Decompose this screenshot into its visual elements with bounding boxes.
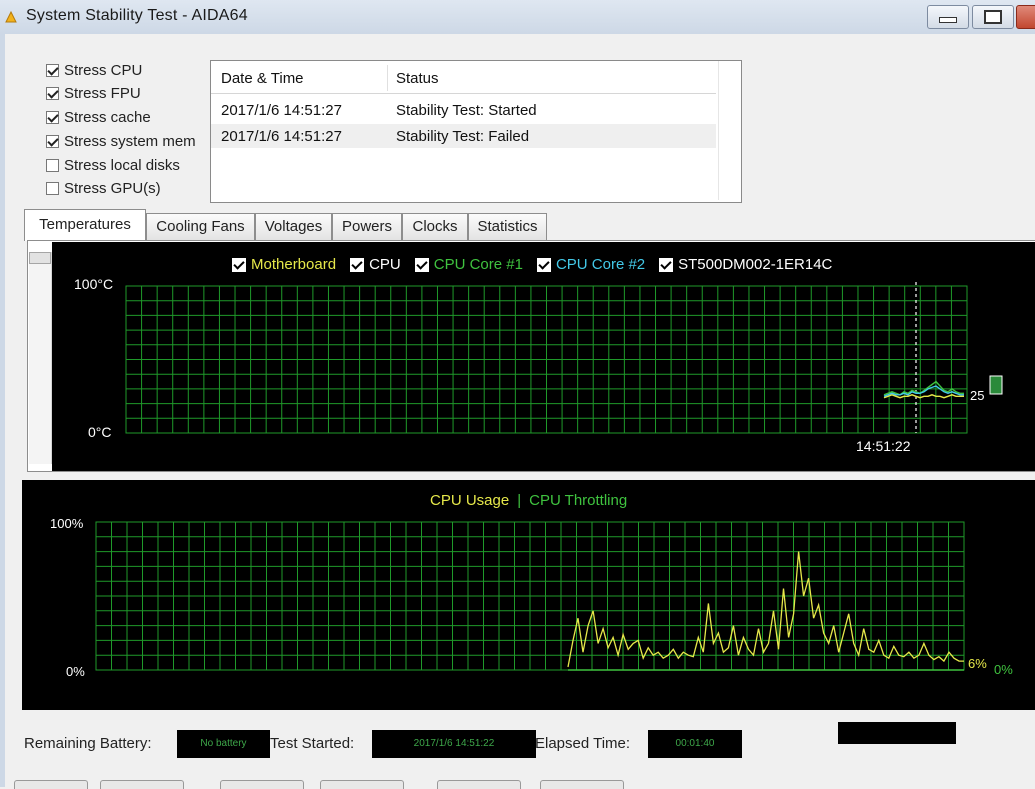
log-row[interactable]: 2017/1/6 14:51:27 Stability Test: Failed <box>211 124 716 148</box>
window-border <box>0 34 5 787</box>
cpu-usage-chart: CPU Usage | CPU Throttling 100% 0% 6% 0% <box>22 480 1035 710</box>
tab-clocks[interactable]: Clocks <box>402 213 468 240</box>
stress-gpu-label: Stress GPU(s) <box>64 180 161 197</box>
title-bar: System Stability Test - AIDA64 <box>0 0 1035 35</box>
stress-cache-option[interactable]: Stress cache <box>46 109 151 126</box>
battery-label: Remaining Battery: <box>24 735 152 752</box>
temperature-plot <box>125 282 1003 434</box>
status-log-list[interactable]: Date & Time Status 2017/1/6 14:51:27 Sta… <box>210 60 742 203</box>
temperature-chart: Motherboard CPU CPU Core #1 CPU Core #2 … <box>52 242 1035 471</box>
tab-cooling-fans[interactable]: Cooling Fans <box>146 213 255 240</box>
preferences-button[interactable] <box>540 780 624 789</box>
minimize-button[interactable] <box>927 5 969 29</box>
stop-button[interactable] <box>100 780 184 789</box>
column-header-datetime[interactable]: Date & Time <box>221 70 304 87</box>
close-button[interactable] <box>1016 5 1035 29</box>
window-title: System Stability Test - AIDA64 <box>26 7 248 24</box>
series-line-cpu-usage <box>567 551 964 668</box>
test-started-label: Test Started: <box>270 735 355 752</box>
status-led-display <box>838 722 956 744</box>
cpu-usage-current-value: 6% <box>968 656 987 671</box>
tab-powers[interactable]: Powers <box>332 213 402 240</box>
log-datetime: 2017/1/6 14:51:27 <box>221 128 342 145</box>
save-button[interactable] <box>320 780 404 789</box>
clear-button[interactable] <box>220 780 304 789</box>
stress-disks-option[interactable]: Stress local disks <box>46 157 180 174</box>
tab-temperatures[interactable]: Temperatures <box>24 209 146 241</box>
stress-cache-checkbox[interactable] <box>46 111 59 124</box>
tab-voltages[interactable]: Voltages <box>255 213 332 240</box>
minimize-icon <box>939 17 957 23</box>
stress-disks-checkbox[interactable] <box>46 159 59 172</box>
temperature-time-label: 14:51:22 <box>856 438 911 454</box>
maximize-button[interactable] <box>972 5 1014 29</box>
cpu-throttling-current-value: 0% <box>994 662 1013 677</box>
current-value-marker <box>989 375 1003 395</box>
temperature-current-value: 25 <box>970 388 985 403</box>
log-status: Stability Test: Failed <box>396 128 530 145</box>
series-line-cpu-core-1 <box>883 380 964 396</box>
cpu-usage-plot <box>95 521 965 671</box>
stress-memory-option[interactable]: Stress system mem <box>46 133 196 150</box>
log-datetime: 2017/1/6 14:51:27 <box>221 102 342 119</box>
log-header: Date & Time Status <box>211 61 716 94</box>
log-row[interactable]: 2017/1/6 14:51:27 Stability Test: Starte… <box>211 98 716 122</box>
stress-gpu-option[interactable]: Stress GPU(s) <box>46 180 161 197</box>
log-status: Stability Test: Started <box>396 102 537 119</box>
stress-disks-label: Stress local disks <box>64 157 180 174</box>
aida64-logo-icon <box>5 10 17 23</box>
panel-scrollbar[interactable] <box>29 252 52 464</box>
stress-fpu-label: Stress FPU <box>64 85 141 102</box>
stress-cpu-option[interactable]: Stress CPU <box>46 62 142 79</box>
elapsed-time-label: Elapsed Time: <box>535 735 631 752</box>
stress-gpu-checkbox[interactable] <box>46 182 59 195</box>
log-scrollbar[interactable] <box>718 61 741 200</box>
cpuid-button[interactable] <box>437 780 521 789</box>
stress-cache-label: Stress cache <box>64 109 151 126</box>
column-divider <box>387 65 388 91</box>
stress-memory-label: Stress system mem <box>64 133 196 150</box>
column-header-status[interactable]: Status <box>396 70 439 87</box>
battery-display: No battery <box>177 730 270 758</box>
stress-memory-checkbox[interactable] <box>46 135 59 148</box>
stress-fpu-checkbox[interactable] <box>46 87 59 100</box>
stress-cpu-checkbox[interactable] <box>46 64 59 77</box>
test-started-display: 2017/1/6 14:51:22 <box>372 730 536 758</box>
stress-fpu-option[interactable]: Stress FPU <box>46 85 141 102</box>
scrollbar-thumb[interactable] <box>29 252 51 264</box>
maximize-icon <box>984 10 1002 24</box>
elapsed-time-display: 00:01:40 <box>648 730 742 758</box>
stress-cpu-label: Stress CPU <box>64 62 143 79</box>
tab-statistics[interactable]: Statistics <box>468 213 547 240</box>
start-button[interactable] <box>14 780 88 789</box>
